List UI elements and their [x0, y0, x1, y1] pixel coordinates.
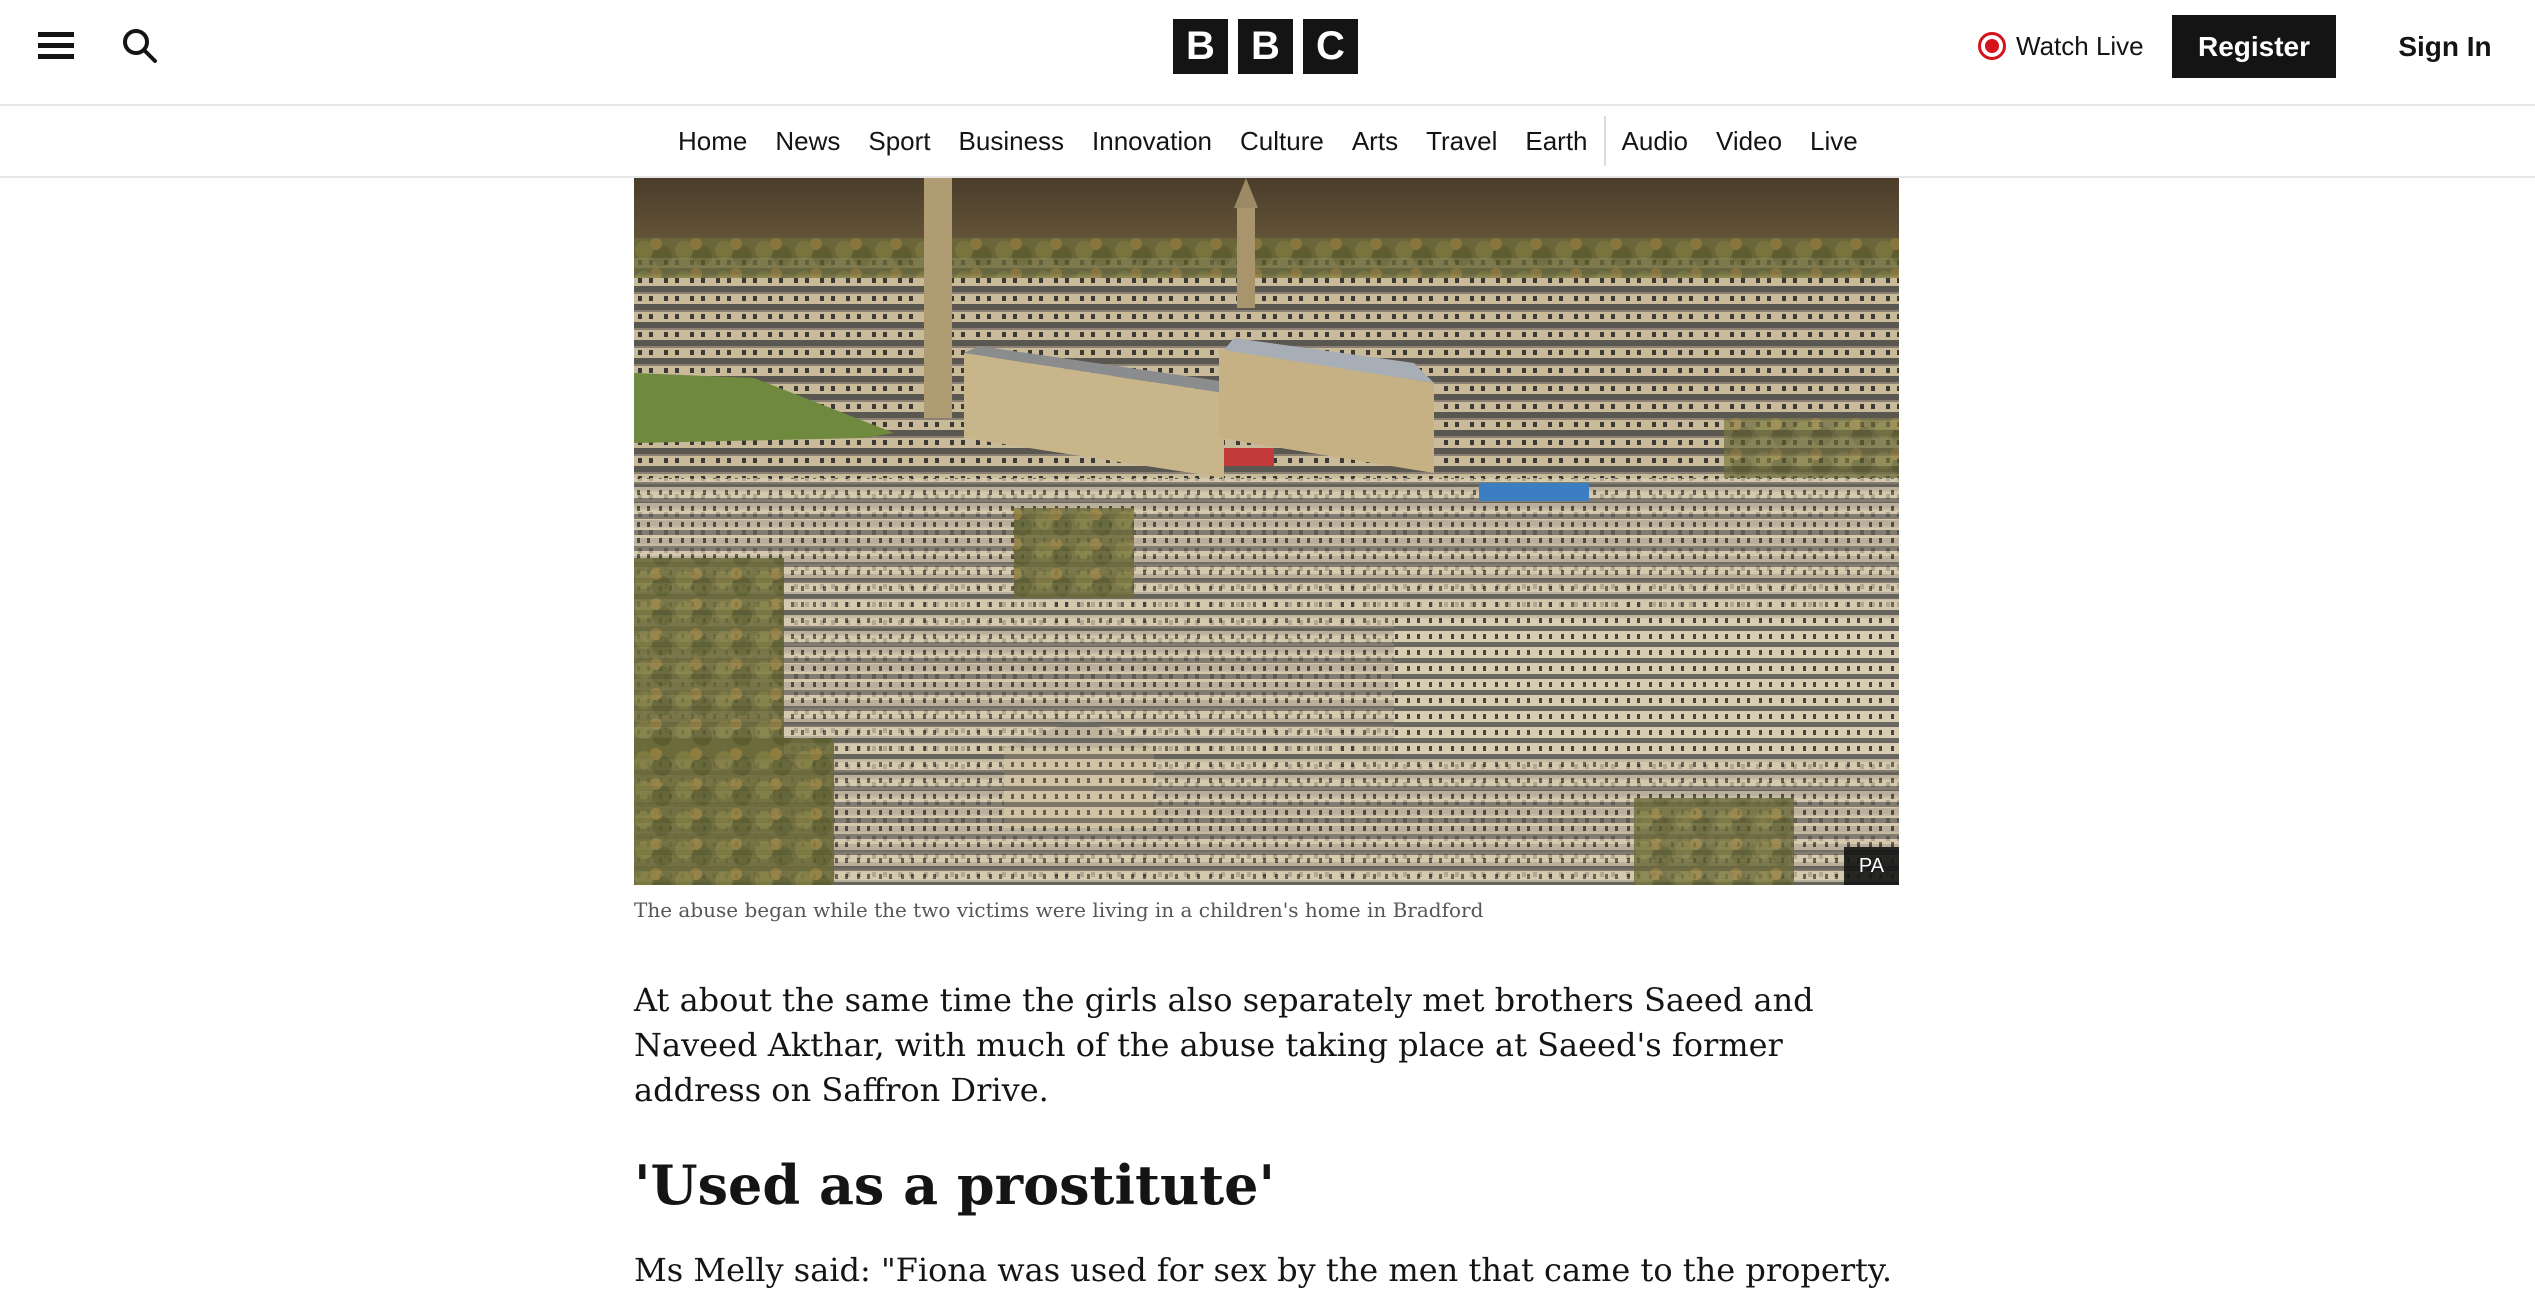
nav-item-news[interactable]: News — [761, 126, 854, 157]
logo-letter: C — [1303, 19, 1358, 74]
watch-live-label: Watch Live — [2016, 30, 2144, 61]
hamburger-menu-icon[interactable] — [38, 28, 74, 64]
nav-item-live[interactable]: Live — [1796, 126, 1872, 157]
nav-item-sport[interactable]: Sport — [854, 126, 944, 157]
image-credit: PA — [1844, 847, 1899, 885]
watch-live-link[interactable]: Watch Live — [1978, 28, 2144, 64]
logo-letter: B — [1173, 19, 1228, 74]
nav-item-business[interactable]: Business — [945, 126, 1079, 157]
article-paragraph: Ms Melly said: "Fiona was used for sex b… — [634, 1251, 1892, 1289]
nav-item-earth[interactable]: Earth — [1511, 126, 1601, 157]
nav-item-arts[interactable]: Arts — [1338, 126, 1412, 157]
nav-item-culture[interactable]: Culture — [1226, 126, 1338, 157]
nav-item-travel[interactable]: Travel — [1412, 126, 1511, 157]
live-dot-icon — [1978, 32, 2006, 60]
article-subheading: 'Used as a prostitute' — [634, 1153, 1276, 1217]
article-hero-image: PA — [634, 178, 1899, 885]
nav-item-audio[interactable]: Audio — [1608, 126, 1703, 157]
nav-item-innovation[interactable]: Innovation — [1078, 126, 1226, 157]
article-paragraph: At about the same time the girls also se… — [634, 981, 1814, 1109]
nav-list: Home News Sport Business Innovation Cult… — [664, 106, 1872, 176]
bbc-logo[interactable]: B B C — [1173, 19, 1358, 74]
nav-item-home[interactable]: Home — [664, 126, 761, 157]
main-navigation: Home News Sport Business Innovation Cult… — [0, 106, 2535, 178]
logo-letter: B — [1238, 19, 1293, 74]
image-caption: The abuse began while the two victims we… — [634, 898, 1484, 922]
aerial-town-illustration — [634, 178, 1899, 885]
sign-in-button[interactable]: Sign In — [2385, 15, 2505, 78]
nav-divider — [1603, 116, 1606, 166]
top-header: B B C Watch Live Register Sign In — [0, 0, 2535, 106]
nav-item-video[interactable]: Video — [1702, 126, 1796, 157]
register-button[interactable]: Register — [2172, 15, 2336, 78]
search-icon[interactable] — [120, 26, 160, 66]
